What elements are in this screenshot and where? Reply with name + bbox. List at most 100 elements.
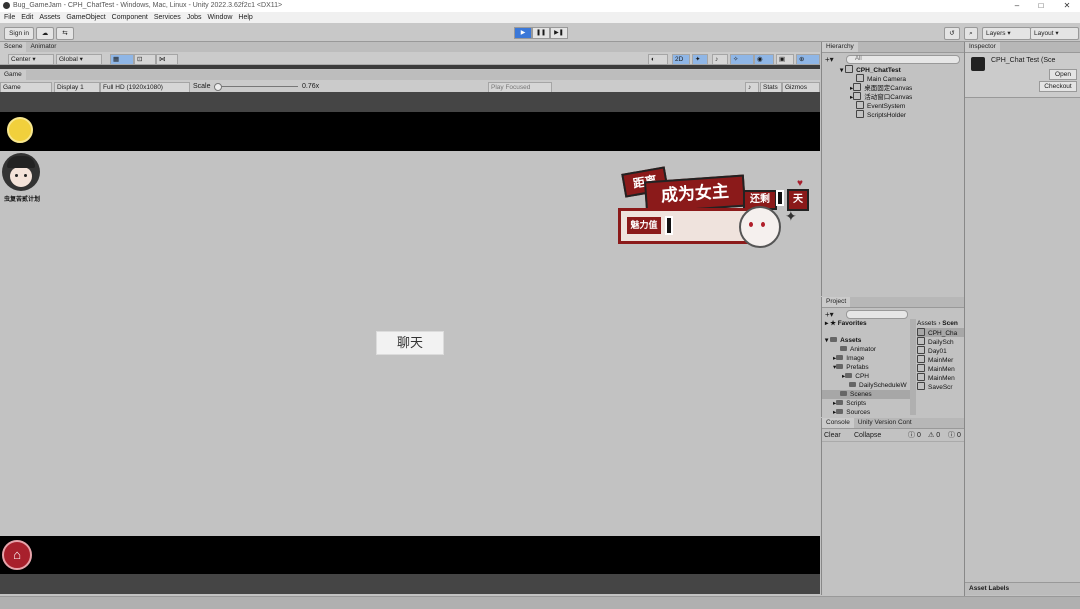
minimize-button[interactable]: – <box>1010 1 1024 11</box>
folder-icon <box>849 382 856 387</box>
increment-snap-icon[interactable]: ⊡ <box>134 54 156 65</box>
tab-inspector[interactable]: Inspector <box>965 42 1000 52</box>
scene-file-icon <box>917 373 925 381</box>
folder-item-selected[interactable]: Scenes <box>822 390 910 399</box>
gizmo-icon[interactable]: ⊕ <box>796 54 820 65</box>
error-count[interactable]: ⓘ 0 <box>948 431 961 440</box>
layout-label: Layout <box>1034 30 1054 37</box>
scale-slider-handle[interactable] <box>214 83 222 91</box>
hierarchy-item[interactable]: EventSystem <box>840 101 964 110</box>
add-icon[interactable]: +▾ <box>825 55 834 64</box>
collab-icon[interactable]: ⇆ <box>56 27 74 40</box>
grid-snap-icon[interactable]: ▦ <box>110 54 134 65</box>
effects-icon[interactable]: ✧ <box>730 54 754 65</box>
open-button[interactable]: Open <box>1049 69 1077 80</box>
tab-scene[interactable]: Scene <box>0 42 27 52</box>
breadcrumb-current[interactable]: Scen <box>942 320 958 327</box>
folder-label: Animator <box>850 346 877 353</box>
clear-button[interactable]: Clear <box>824 431 841 440</box>
tab-project[interactable]: Project <box>822 297 851 307</box>
scene-tab-strip: Scene Animator <box>0 42 820 52</box>
2d-toggle-icon[interactable]: 2D <box>672 54 690 65</box>
folder-item[interactable]: Animator <box>822 345 910 354</box>
folder-label: Sources <box>846 409 871 416</box>
tab-hierarchy[interactable]: Hierarchy <box>822 42 858 52</box>
cloud-icon[interactable]: ☁ <box>36 27 54 40</box>
hierarchy-search-input[interactable]: All <box>846 55 960 64</box>
assets-root-item[interactable]: ▾ Assets <box>822 336 910 345</box>
breadcrumb-root[interactable]: Assets <box>917 320 937 327</box>
menu-assets[interactable]: Assets <box>39 12 60 23</box>
folder-item[interactable]: ▸ Image <box>822 354 910 363</box>
project-add-icon[interactable]: +▾ <box>825 310 834 319</box>
checkout-button[interactable]: Checkout <box>1039 81 1077 92</box>
light-icon[interactable]: ✦ <box>692 54 708 65</box>
file-item[interactable]: DailySch <box>917 337 964 346</box>
menu-component[interactable]: Component <box>112 12 148 23</box>
hierarchy-scene-root[interactable]: ▾ CPH_ChatTest <box>840 65 964 74</box>
menu-window[interactable]: Window <box>208 12 233 23</box>
file-item[interactable]: SaveScr <box>917 382 964 391</box>
close-button[interactable]: ✕ <box>1060 1 1074 11</box>
home-icon[interactable]: ⌂ <box>2 540 32 570</box>
tab-console[interactable]: Console <box>822 418 854 428</box>
align-icon[interactable]: ⋈ <box>156 54 178 65</box>
menu-help[interactable]: Help <box>238 12 252 23</box>
folder-item[interactable]: ▸ CPH <box>822 372 910 381</box>
scale-slider[interactable] <box>214 86 298 87</box>
file-item[interactable]: MainMen <box>917 364 964 373</box>
warning-count[interactable]: ⚠ 0 <box>928 431 940 440</box>
file-item[interactable]: MainMer <box>917 355 964 364</box>
file-item[interactable]: Day01 <box>917 346 964 355</box>
collapse-button[interactable]: Collapse <box>854 431 881 440</box>
sign-in-button[interactable]: Sign in <box>4 27 34 40</box>
project-search-input[interactable] <box>846 310 908 319</box>
folder-item[interactable]: ▸ Sources <box>822 408 910 417</box>
step-button[interactable]: ▶❚ <box>550 27 568 39</box>
chat-button[interactable]: 聊天 <box>376 331 444 355</box>
file-item[interactable]: CPH_Cha <box>917 328 964 337</box>
favorites-item[interactable]: ▸ ★ Favorites <box>822 319 910 328</box>
info-count[interactable]: ⓘ 0 <box>908 431 921 440</box>
menu-gameobject[interactable]: GameObject <box>66 12 105 23</box>
hierarchy-item[interactable]: ▸ 活动窗口Canvas <box>840 92 964 101</box>
history-icon[interactable]: ↺ <box>944 27 960 40</box>
menu-file[interactable]: File <box>4 12 15 23</box>
camera-icon[interactable]: ▣ <box>776 54 794 65</box>
folder-item[interactable]: ▸ Scripts <box>822 399 910 408</box>
search-icon[interactable]: ⌕ <box>964 27 978 40</box>
audio-icon[interactable]: ♪ <box>712 54 728 65</box>
pause-button[interactable]: ❚❚ <box>532 27 550 39</box>
gameobject-icon <box>856 74 864 82</box>
folder-item[interactable]: DailyScheduleW <box>822 381 910 390</box>
draw-mode-icon[interactable]: ◐ <box>648 54 668 65</box>
visibility-icon[interactable]: ◉ <box>754 54 774 65</box>
hierarchy-item[interactable]: ▸ 桌面固定Canvas <box>840 83 964 92</box>
maximize-button[interactable]: □ <box>1034 1 1048 11</box>
menu-edit[interactable]: Edit <box>21 12 33 23</box>
tab-version-control[interactable]: Unity Version Cont <box>854 418 916 428</box>
menu-services[interactable]: Services <box>154 12 181 23</box>
heart-icon: ♥ <box>797 178 803 189</box>
folder-label: DailyScheduleW <box>859 382 907 389</box>
menu-jobs[interactable]: Jobs <box>187 12 202 23</box>
coin-icon[interactable] <box>7 117 33 143</box>
hierarchy-item[interactable]: ScriptsHolder <box>840 110 964 119</box>
file-item[interactable]: MainMen <box>917 373 964 382</box>
space-dropdown[interactable]: Global ▾ <box>56 54 102 65</box>
scene-file-icon <box>917 382 925 390</box>
scene-file-icon <box>917 337 925 345</box>
hierarchy-search-bar: +▾ All <box>822 53 964 65</box>
hierarchy-item[interactable]: Main Camera <box>840 74 964 83</box>
pivot-dropdown[interactable]: Center ▾ <box>8 54 54 65</box>
asset-labels-section[interactable]: Asset Labels <box>965 582 1080 595</box>
layers-dropdown[interactable]: Layers ▾ <box>982 27 1031 40</box>
layout-dropdown[interactable]: Layout ▾ <box>1030 27 1079 40</box>
player-avatar[interactable] <box>1 153 41 195</box>
project-scrollbar[interactable] <box>910 319 916 415</box>
play-button[interactable]: ▶ <box>514 27 532 39</box>
tab-game[interactable]: Game <box>0 70 26 80</box>
tab-animator[interactable]: Animator <box>26 42 60 52</box>
folder-item[interactable]: ▾ Prefabs <box>822 363 910 372</box>
game-tab-strip: Game <box>0 70 820 80</box>
